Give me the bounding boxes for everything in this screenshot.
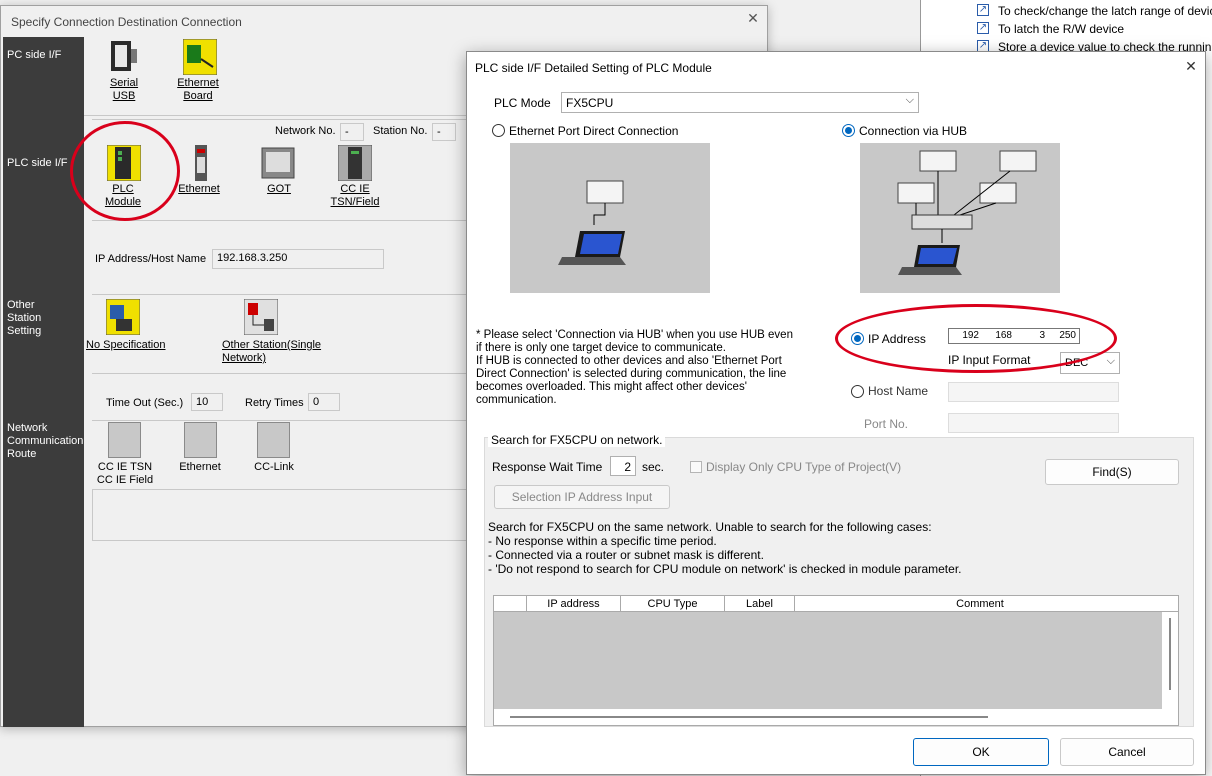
retry-label: Retry Times — [245, 397, 304, 409]
direct-connection-label[interactable]: Ethernet Port Direct Connection — [509, 124, 678, 138]
list-item-label: To latch the R/W device — [998, 22, 1125, 36]
direct-connection-radio[interactable] — [492, 124, 505, 137]
list-item-label: To check/change the latch range of devic — [998, 4, 1212, 18]
find-button[interactable]: Find(S) — [1045, 459, 1179, 485]
cc-ie-tsn-route-label[interactable]: CC IE TSN CC IE Field — [90, 461, 160, 487]
hub-connection-radio[interactable] — [842, 124, 855, 137]
table-header-cell[interactable]: IP address — [527, 596, 621, 612]
list-item[interactable]: ↗ To latch the R/W device — [973, 20, 1212, 38]
close-icon[interactable]: ✕ — [1183, 58, 1199, 74]
ethernet-board-label[interactable]: Ethernet Board — [170, 77, 226, 103]
ip-host-field[interactable]: 192.168.3.250 — [212, 249, 384, 269]
search-note: Search for FX5CPU on the same network. U… — [488, 520, 962, 576]
station-no-field[interactable]: - — [432, 123, 456, 141]
no-specification-icon[interactable] — [105, 298, 141, 336]
ethernet-board-icon[interactable] — [182, 38, 218, 76]
ethernet-module-icon[interactable] — [184, 145, 218, 181]
network-no-field[interactable]: - — [340, 123, 364, 141]
host-name-label[interactable]: Host Name — [868, 384, 928, 398]
table-header: IP address CPU Type Label Comment — [494, 596, 1178, 612]
table-horizontal-scrollbar[interactable] — [494, 709, 1162, 725]
response-wait-unit: sec. — [642, 460, 665, 474]
got-label[interactable]: GOT — [254, 183, 304, 196]
retry-field[interactable]: 0 — [308, 393, 340, 411]
hub-connection-label[interactable]: Connection via HUB — [859, 124, 967, 138]
host-name-radio[interactable] — [851, 385, 864, 398]
hub-connection-image — [860, 143, 1060, 293]
search-title: Search for FX5CPU on network. — [488, 433, 666, 447]
display-only-label[interactable]: Display Only CPU Type of Project(V) — [706, 460, 901, 474]
close-icon[interactable]: ✕ — [745, 10, 761, 26]
ok-button[interactable]: OK — [913, 738, 1049, 766]
annotation-ellipse-ip — [835, 304, 1117, 373]
link-icon: ↗ — [977, 4, 989, 16]
table-header-cell[interactable] — [494, 596, 527, 612]
ethernet-route-label[interactable]: Ethernet — [172, 461, 228, 474]
link-icon: ↗ — [977, 22, 989, 34]
cancel-button[interactable]: Cancel — [1060, 738, 1194, 766]
annotation-circle-plc — [70, 121, 180, 221]
no-specification-label[interactable]: No Specification — [86, 339, 166, 352]
ethernet-route-icon[interactable] — [184, 422, 217, 458]
sidebar: PC side I/F PLC side I/F Other Station S… — [3, 37, 84, 727]
plc-mode-value: FX5CPU — [566, 96, 614, 110]
cc-ie-tsn-icon[interactable] — [337, 144, 373, 182]
selection-ip-button[interactable]: Selection IP Address Input — [494, 485, 670, 509]
other-station-single-label[interactable]: Other Station(Single Network) — [222, 339, 332, 365]
chevron-down-icon: ⌵ — [1106, 355, 1115, 367]
other-station-icon[interactable] — [243, 298, 279, 336]
table-header-cell[interactable]: Label — [725, 596, 795, 612]
response-wait-label: Response Wait Time — [492, 460, 603, 474]
list-item[interactable]: ↗ To check/change the latch range of dev… — [973, 2, 1212, 20]
display-only-checkbox[interactable] — [690, 461, 702, 473]
cc-ie-tsn-label[interactable]: CC IE TSN/Field — [325, 183, 385, 209]
table-vertical-scrollbar[interactable] — [1162, 612, 1178, 709]
response-wait-field[interactable]: 2 — [610, 456, 636, 476]
host-name-field[interactable] — [948, 382, 1119, 402]
timeout-field[interactable]: 10 — [191, 393, 223, 411]
cc-ie-tsn-route-icon[interactable] — [108, 422, 141, 458]
direct-connection-image — [510, 143, 710, 293]
ip-host-label: IP Address/Host Name — [95, 253, 207, 265]
dialog-title: PLC side I/F Detailed Setting of PLC Mod… — [475, 61, 712, 75]
serial-usb-icon[interactable] — [109, 39, 139, 75]
plc-mode-select[interactable]: FX5CPU ⌵ — [561, 92, 919, 113]
chevron-down-icon: ⌵ — [905, 94, 914, 106]
got-icon[interactable] — [261, 147, 295, 179]
plc-mode-label: PLC Mode — [494, 96, 551, 110]
plc-side-label: PLC side I/F — [7, 157, 68, 169]
network-route-label: Network Communication Route — [7, 422, 84, 460]
search-section: Search for FX5CPU on network. Response W… — [484, 433, 1194, 727]
plc-detail-dialog: PLC side I/F Detailed Setting of PLC Mod… — [466, 51, 1206, 775]
serial-usb-label[interactable]: Serial USB — [99, 77, 149, 103]
dialog-title: Specify Connection Destination Connectio… — [11, 15, 242, 29]
table-header-cell[interactable]: CPU Type — [621, 596, 725, 612]
table-header-cell[interactable]: Comment — [795, 596, 1165, 612]
other-station-label: Other Station Setting — [7, 299, 42, 337]
scrollbar-corner — [1162, 709, 1178, 725]
cc-link-route-icon[interactable] — [257, 422, 290, 458]
ethernet-module-label[interactable]: Ethernet — [174, 183, 224, 196]
port-no-label: Port No. — [864, 417, 909, 431]
timeout-label: Time Out (Sec.) — [106, 397, 184, 409]
pc-side-label: PC side I/F — [7, 49, 62, 61]
station-no-label: Station No. — [373, 125, 428, 137]
cc-link-route-label[interactable]: CC-Link — [246, 461, 302, 474]
search-results-table: IP address CPU Type Label Comment — [493, 595, 1179, 726]
network-no-label: Network No. — [275, 125, 336, 137]
port-no-field[interactable] — [948, 413, 1119, 433]
hub-note: * Please select 'Connection via HUB' whe… — [476, 329, 793, 406]
